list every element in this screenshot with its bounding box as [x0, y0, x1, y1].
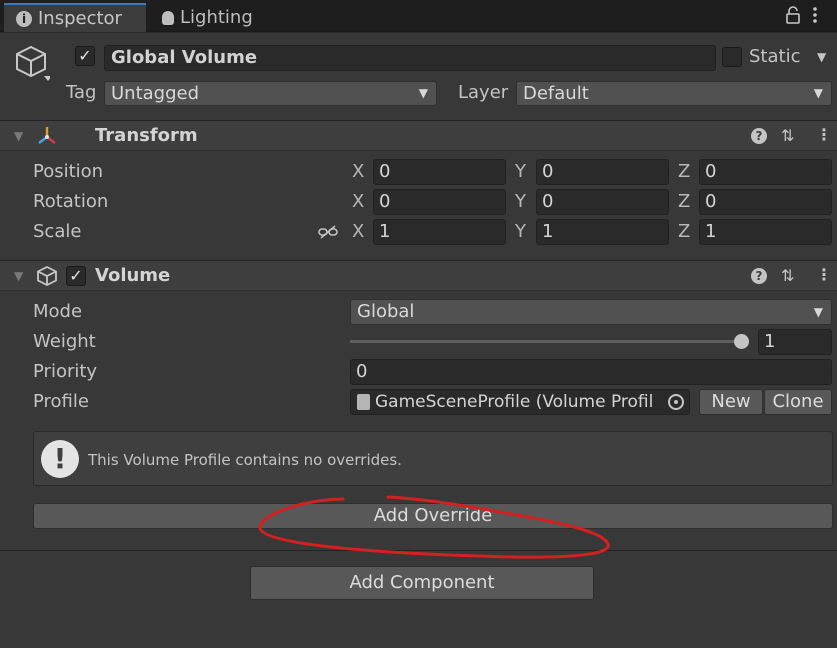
profile-object-field[interactable]: GameSceneProfile (Volume Profil	[350, 389, 690, 415]
new-profile-button[interactable]: New	[699, 389, 763, 415]
scale-x-field[interactable]: 1	[373, 219, 506, 245]
tab-lighting-label: Lighting	[180, 7, 253, 28]
help-icon[interactable]: ?	[751, 128, 767, 144]
constrain-proportions-icon[interactable]	[318, 224, 338, 244]
tag-dropdown[interactable]: Untagged ▼	[104, 81, 437, 106]
lock-icon[interactable]	[786, 6, 800, 24]
mode-label: Mode	[33, 301, 83, 322]
rotation-x-label[interactable]: X	[352, 191, 364, 212]
transform-title: Transform	[95, 125, 198, 146]
priority-field[interactable]: 0	[350, 359, 832, 385]
tab-lighting[interactable]: Lighting	[150, 3, 280, 32]
tab-inspector-label: Inspector	[38, 8, 122, 29]
position-z-label[interactable]: Z	[678, 161, 690, 182]
scale-y-field[interactable]: 1	[536, 219, 669, 245]
volume-title: Volume	[95, 265, 171, 286]
rotation-y-field[interactable]: 0	[536, 189, 669, 215]
chevron-down-icon: ▼	[813, 86, 823, 100]
add-override-button[interactable]: Add Override	[33, 503, 833, 529]
scale-z-label[interactable]: Z	[678, 221, 690, 242]
static-dropdown-icon[interactable]: ▼	[817, 50, 826, 64]
mode-dropdown[interactable]: Global ▼	[350, 299, 832, 325]
tab-inspector[interactable]: i Inspector	[4, 3, 146, 32]
component-menu-icon[interactable]: ⋮	[816, 125, 832, 144]
profile-label: Profile	[33, 391, 89, 412]
weight-label: Weight	[33, 331, 96, 352]
scale-label: Scale	[33, 221, 82, 242]
tag-value: Untagged	[111, 83, 200, 104]
weight-field[interactable]: 1	[758, 329, 832, 355]
rotation-x-field[interactable]: 0	[373, 189, 506, 215]
transform-axes-icon	[36, 126, 58, 151]
scale-z-field[interactable]: 1	[699, 219, 832, 245]
priority-label: Priority	[33, 361, 98, 382]
add-component-button[interactable]: Add Component	[250, 566, 594, 600]
transform-header[interactable]: ▼ Transform ? ⇅ ⋮	[0, 120, 837, 151]
gameobject-cube-icon[interactable]	[14, 44, 52, 84]
scriptable-object-icon	[357, 394, 370, 410]
info-icon: i	[16, 10, 32, 27]
divider	[0, 550, 837, 551]
component-menu-icon[interactable]: ⋮	[816, 265, 832, 284]
position-x-field[interactable]: 0	[373, 159, 506, 185]
rotation-z-field[interactable]: 0	[699, 189, 832, 215]
gameobject-name-field[interactable]: Global Volume	[104, 45, 716, 71]
weight-slider-thumb[interactable]	[734, 334, 749, 349]
layer-label: Layer	[458, 82, 509, 103]
layer-dropdown[interactable]: Default ▼	[516, 81, 832, 106]
position-x-label[interactable]: X	[352, 161, 364, 182]
position-y-label[interactable]: Y	[515, 161, 526, 182]
gameobject-active-checkbox[interactable]: ✓	[75, 46, 95, 66]
foldout-arrow-icon[interactable]: ▼	[14, 269, 23, 283]
warning-info-icon: !	[41, 440, 79, 478]
presets-icon[interactable]: ⇅	[781, 266, 794, 285]
presets-icon[interactable]: ⇅	[781, 126, 794, 145]
help-icon[interactable]: ?	[751, 268, 767, 284]
weight-slider-track[interactable]	[350, 340, 742, 343]
position-label: Position	[33, 161, 104, 182]
object-picker-icon[interactable]	[668, 394, 684, 410]
rotation-z-label[interactable]: Z	[678, 191, 690, 212]
help-box-text: This Volume Profile contains no override…	[88, 451, 402, 469]
clone-profile-button[interactable]: Clone	[764, 389, 832, 415]
volume-enabled-checkbox[interactable]: ✓	[66, 266, 86, 286]
rotation-label: Rotation	[33, 191, 109, 212]
scale-x-label[interactable]: X	[352, 221, 364, 242]
mode-value: Global	[357, 301, 415, 322]
volume-header[interactable]: ▼ ✓ Volume ? ⇅ ⋮	[0, 260, 837, 291]
scale-y-label[interactable]: Y	[515, 221, 526, 242]
static-label: Static	[749, 46, 801, 67]
layer-value: Default	[523, 83, 589, 104]
rotation-y-label[interactable]: Y	[515, 191, 526, 212]
foldout-arrow-icon[interactable]: ▼	[14, 129, 23, 143]
volume-cube-icon	[36, 265, 58, 292]
static-checkbox[interactable]	[722, 47, 742, 67]
position-z-field[interactable]: 0	[699, 159, 832, 185]
kebab-menu-icon[interactable]	[812, 6, 818, 24]
chevron-down-icon: ▼	[418, 86, 428, 100]
lightbulb-icon	[162, 10, 174, 25]
tag-label: Tag	[66, 82, 97, 103]
chevron-down-icon: ▼	[813, 305, 823, 319]
position-y-field[interactable]: 0	[536, 159, 669, 185]
